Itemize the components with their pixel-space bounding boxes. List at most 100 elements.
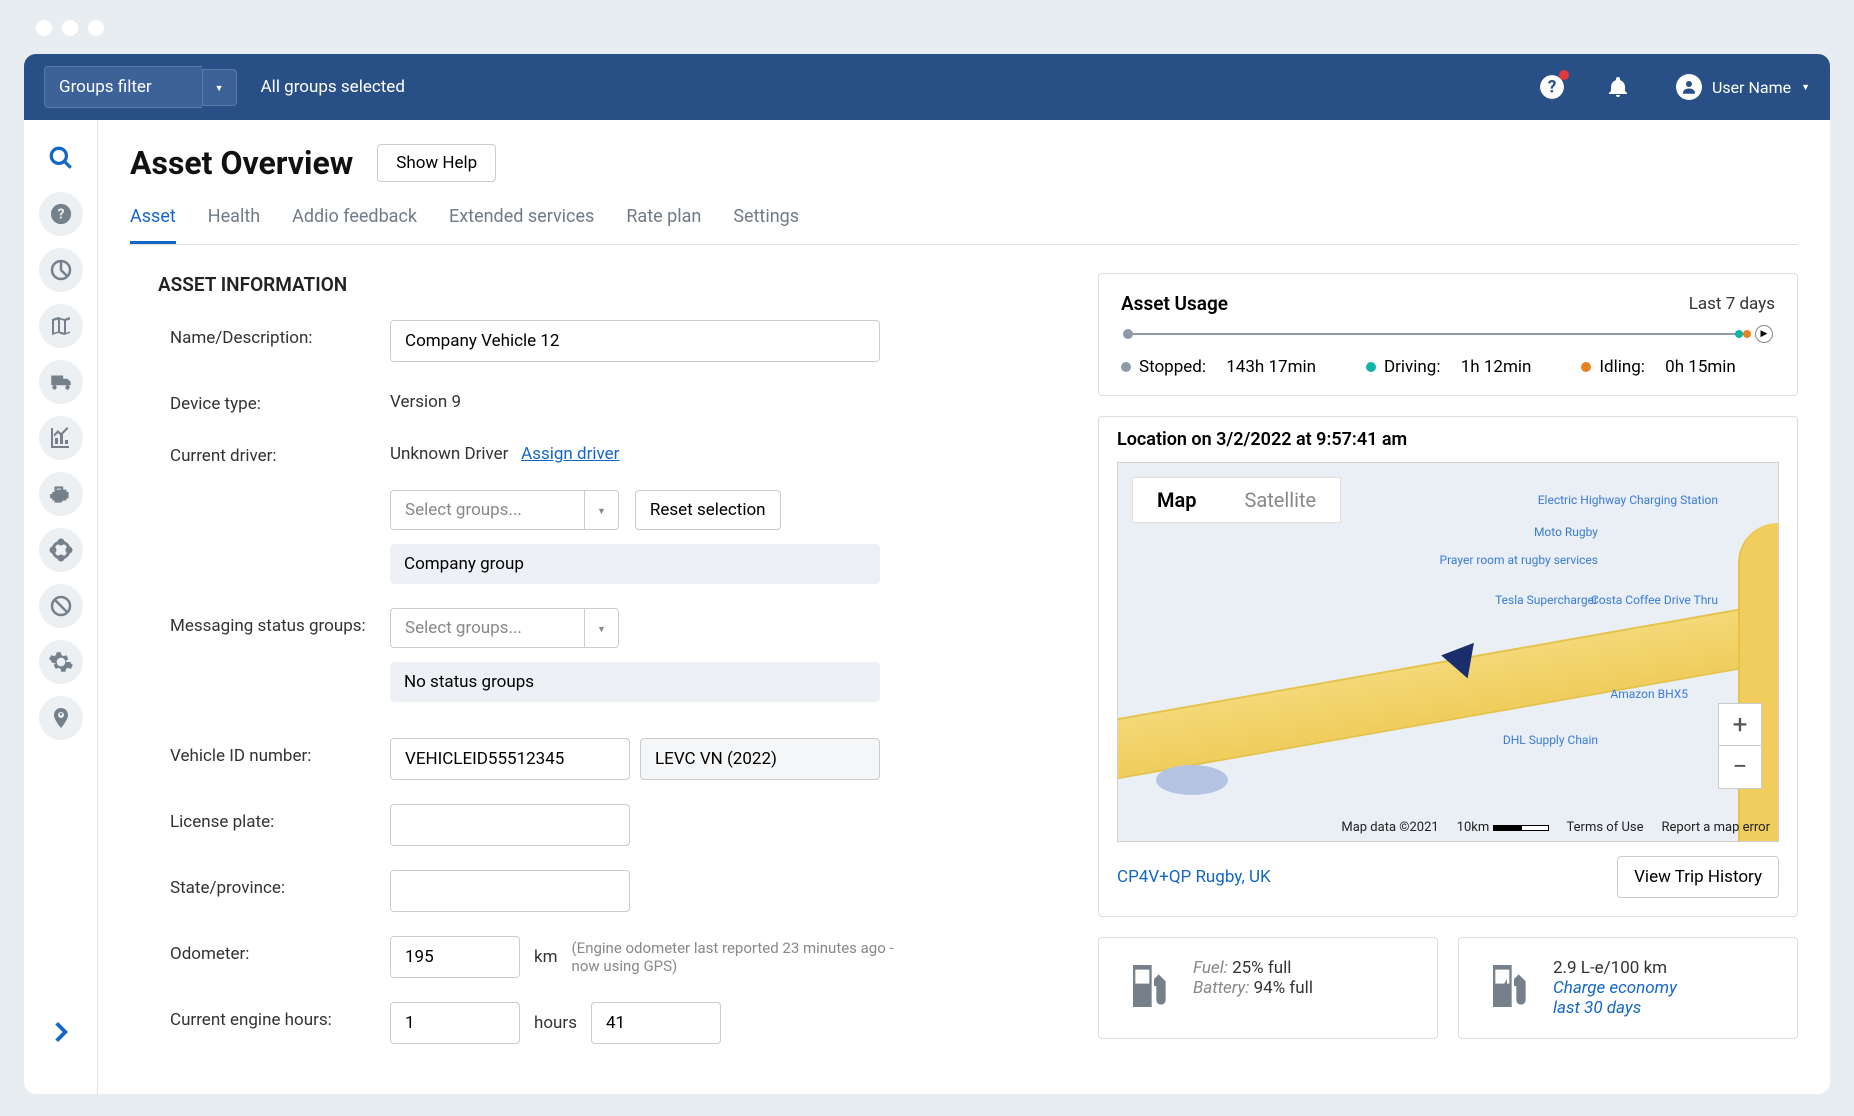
window-dot — [36, 20, 52, 36]
driving-label: Driving: — [1384, 357, 1440, 377]
label-engine-hours: Current engine hours: — [170, 1002, 390, 1030]
user-name-label: User Name — [1712, 78, 1791, 97]
label-current-driver: Current driver: — [170, 438, 390, 466]
idling-value: 0h 15min — [1665, 357, 1736, 377]
state-province-input[interactable] — [390, 870, 630, 912]
map-tab-map[interactable]: Map — [1133, 478, 1221, 522]
fuel-pump-icon — [1119, 958, 1175, 1014]
vehicle-marker-icon — [1438, 638, 1474, 679]
play-icon[interactable]: ▶ — [1755, 325, 1773, 343]
select-groups-button[interactable]: Select groups... — [390, 490, 584, 530]
block-icon[interactable] — [39, 584, 83, 628]
label-state-province: State/province: — [170, 870, 390, 898]
economy-label: Charge economy — [1553, 978, 1677, 998]
map-icon[interactable] — [39, 304, 83, 348]
poi: Amazon BHX5 — [1610, 687, 1688, 701]
label-license-plate: License plate: — [170, 804, 390, 832]
zoom-out-button[interactable]: − — [1719, 746, 1761, 788]
tab-rate-plan[interactable]: Rate plan — [626, 206, 701, 244]
truck-icon[interactable] — [39, 360, 83, 404]
no-status-groups-chip: No status groups — [390, 662, 880, 702]
map-tab-satellite[interactable]: Satellite — [1221, 478, 1341, 522]
usage-title: Asset Usage — [1121, 292, 1228, 315]
device-type-value: Version 9 — [390, 386, 1048, 412]
poi: Moto Rugby — [1534, 525, 1598, 539]
poi: Costa Coffee Drive Thru — [1591, 593, 1718, 607]
map-zoom: + − — [1718, 703, 1762, 789]
fuel-label: Fuel: — [1193, 958, 1228, 978]
poi: DHL Supply Chain — [1503, 733, 1598, 747]
company-group-chip: Company group — [390, 544, 880, 584]
label-messaging-status: Messaging status groups: — [170, 608, 390, 636]
economy-period: last 30 days — [1553, 998, 1677, 1018]
groups-filter-button[interactable]: Groups filter — [44, 66, 202, 108]
section-title: ASSET INFORMATION — [158, 273, 1048, 296]
battery-label: Battery: — [1193, 978, 1249, 998]
economy-value: 2.9 L-e/100 km — [1553, 958, 1677, 978]
caret-down-icon: ▼ — [1801, 82, 1810, 93]
idling-label: Idling: — [1599, 357, 1645, 377]
bell-icon[interactable] — [1604, 73, 1632, 101]
window-dot — [88, 20, 104, 36]
chart-icon[interactable] — [39, 416, 83, 460]
messaging-status-select[interactable]: Select groups... — [390, 608, 584, 648]
tabs: Asset Health Addio feedback Extended ser… — [130, 206, 1798, 245]
caret-down-icon: ▼ — [597, 625, 606, 635]
window-dot — [62, 20, 78, 36]
notification-dot — [1559, 70, 1569, 80]
location-coords[interactable]: CP4V+QP Rugby, UK — [1117, 867, 1271, 887]
groups-filter-dropdown[interactable]: ▼ — [202, 69, 237, 106]
license-plate-input[interactable] — [390, 804, 630, 846]
label-device-type: Device type: — [170, 386, 390, 414]
expand-sidebar-icon[interactable] — [39, 1010, 83, 1054]
battery-value: 94% full — [1254, 978, 1313, 998]
map-data-label: Map data ©2021 — [1341, 820, 1438, 835]
assign-driver-link[interactable]: Assign driver — [521, 444, 619, 464]
stopped-value: 143h 17min — [1226, 357, 1316, 377]
map-attribution: Map data ©2021 10km Terms of Use Report … — [1341, 820, 1770, 835]
tab-settings[interactable]: Settings — [733, 206, 799, 244]
vehicle-id-input[interactable] — [390, 738, 630, 780]
engine-hours-input[interactable] — [390, 1002, 520, 1044]
terms-link[interactable]: Terms of Use — [1567, 820, 1644, 835]
name-input[interactable] — [390, 320, 880, 362]
topbar: Groups filter ▼ All groups selected ? Us… — [24, 54, 1830, 120]
charge-pump-icon — [1479, 958, 1535, 1014]
engine-icon[interactable] — [39, 472, 83, 516]
tab-addio-feedback[interactable]: Addio feedback — [292, 206, 417, 244]
stopped-label: Stopped: — [1139, 357, 1206, 377]
map[interactable]: Electric Highway Charging Station Moto R… — [1117, 462, 1779, 842]
poi: Electric Highway Charging Station — [1538, 493, 1718, 507]
select-groups-dropdown[interactable]: ▼ — [584, 490, 619, 530]
show-help-button[interactable]: Show Help — [377, 144, 496, 182]
poi: Tesla Supercharger — [1495, 593, 1598, 607]
tab-health[interactable]: Health — [208, 206, 260, 244]
groups-filter[interactable]: Groups filter ▼ — [44, 66, 237, 108]
engine-minutes-input[interactable] — [591, 1002, 721, 1044]
help-circle-icon[interactable]: ? — [39, 192, 83, 236]
odometer-note: (Engine odometer last reported 23 minute… — [572, 939, 902, 975]
user-menu[interactable]: User Name ▼ — [1676, 74, 1810, 100]
view-trip-history-button[interactable]: View Trip History — [1617, 856, 1779, 898]
search-icon[interactable] — [39, 136, 83, 180]
location-title: Location on 3/2/2022 at 9:57:41 am — [1117, 429, 1779, 450]
gear-icon[interactable] — [39, 640, 83, 684]
tab-extended-services[interactable]: Extended services — [449, 206, 594, 244]
svg-text:?: ? — [1548, 77, 1557, 97]
tab-asset[interactable]: Asset — [130, 206, 176, 244]
messaging-status-dropdown[interactable]: ▼ — [584, 608, 619, 648]
avatar-icon — [1676, 74, 1702, 100]
pin-icon[interactable] — [39, 696, 83, 740]
zoom-in-button[interactable]: + — [1719, 704, 1761, 746]
ring-icon[interactable] — [39, 528, 83, 572]
help-icon[interactable]: ? — [1538, 73, 1566, 101]
report-error-link[interactable]: Report a map error — [1661, 820, 1770, 835]
economy-stat-card: 2.9 L-e/100 km Charge economy last 30 da… — [1458, 937, 1798, 1039]
odometer-input[interactable] — [390, 936, 520, 978]
reset-selection-button[interactable]: Reset selection — [635, 490, 781, 530]
current-driver-value: Unknown Driver — [390, 444, 508, 464]
sidebar: ? — [24, 120, 98, 1094]
page-title: Asset Overview — [130, 144, 353, 182]
vehicle-model-field — [640, 738, 880, 780]
pie-chart-icon[interactable] — [39, 248, 83, 292]
